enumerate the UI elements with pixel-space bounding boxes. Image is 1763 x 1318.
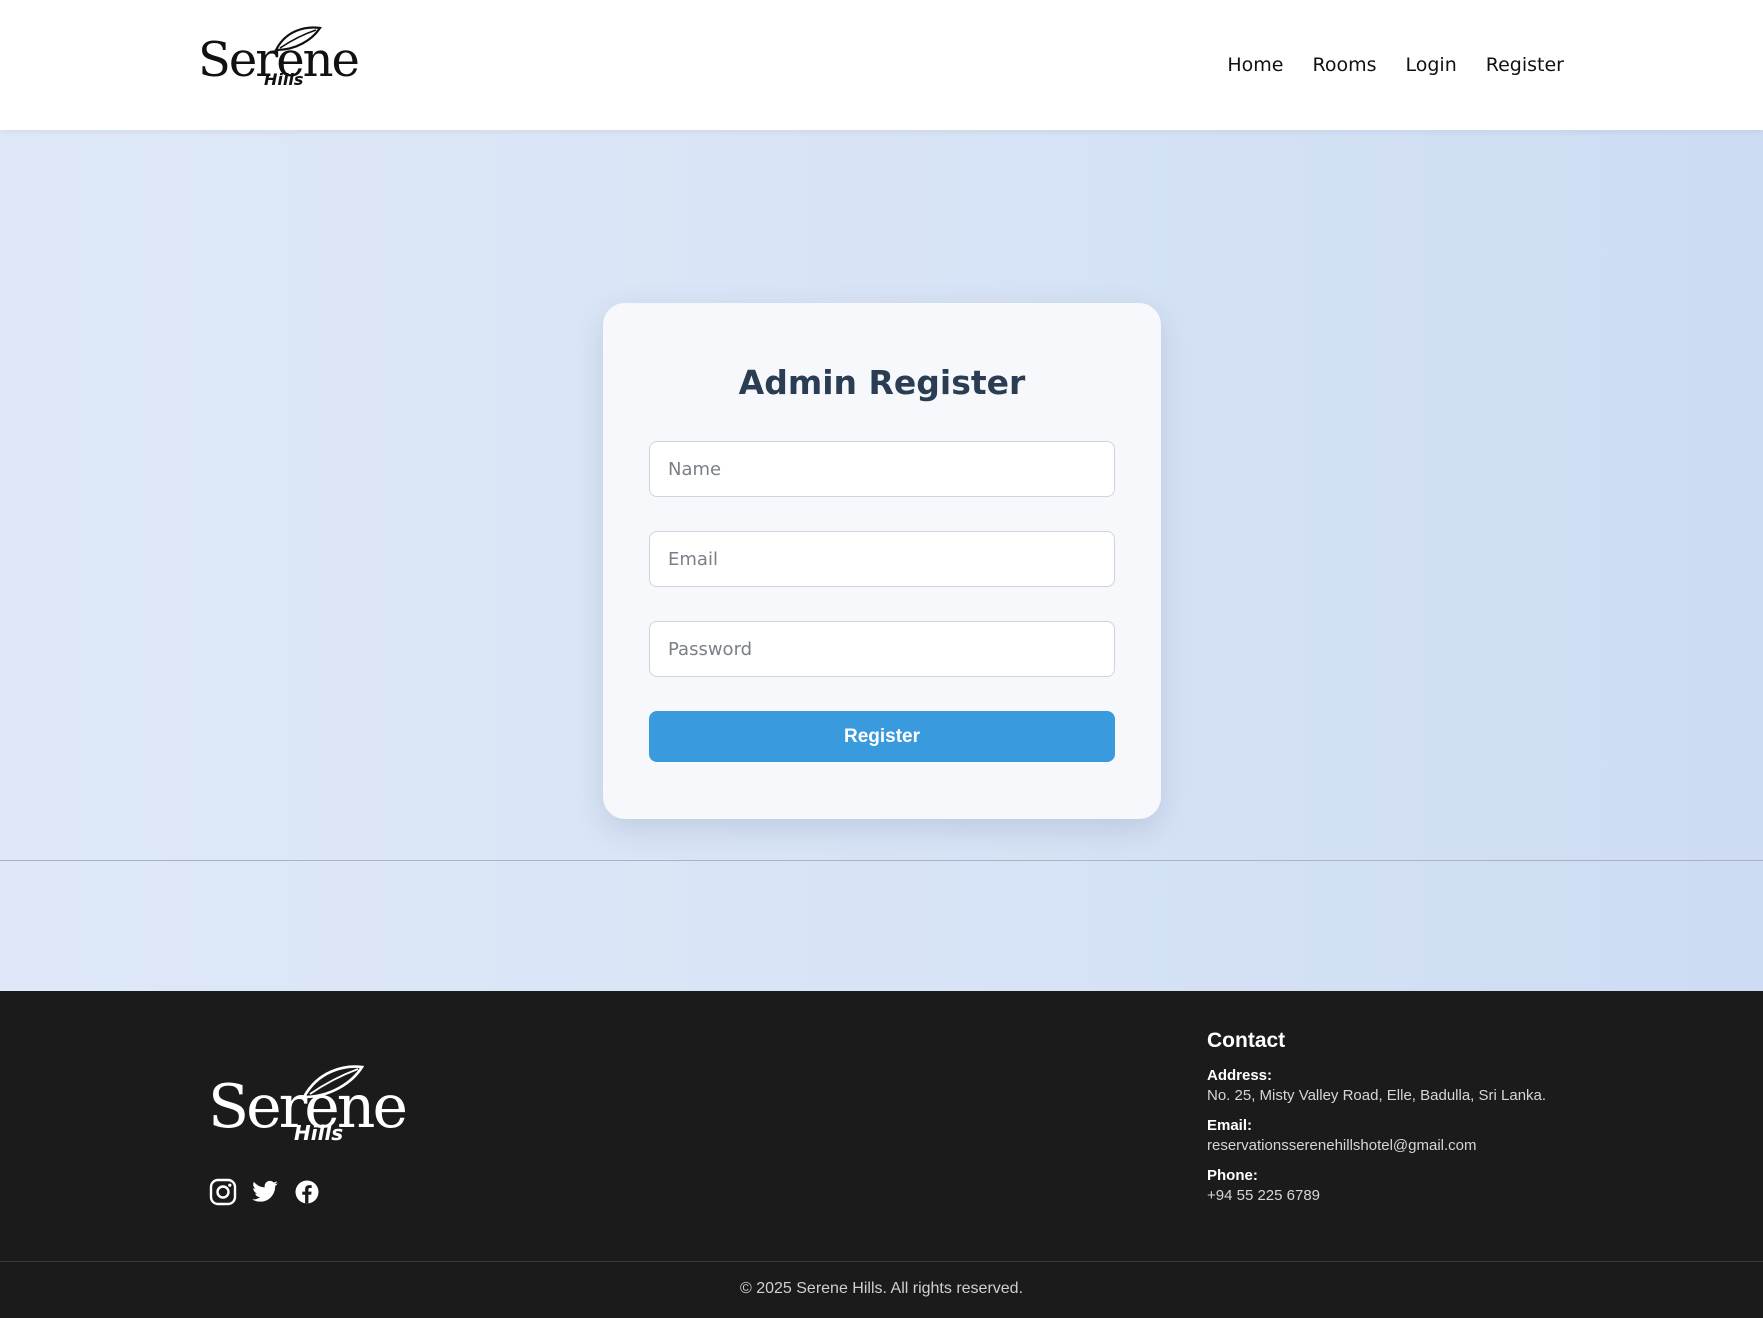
social-links — [209, 1178, 321, 1206]
address-label: Address: — [1207, 1067, 1273, 1084]
phone-value[interactable]: +94 55 225 6789 — [1207, 1187, 1546, 1204]
instagram-icon[interactable] — [209, 1178, 237, 1206]
facebook-icon[interactable] — [293, 1178, 321, 1206]
twitter-icon[interactable] — [251, 1178, 279, 1206]
footer-logo[interactable]: Serene Hills — [208, 1063, 408, 1148]
footer-logo-subtitle: Hills — [294, 1121, 344, 1145]
nav-rooms-link[interactable]: Rooms — [1312, 54, 1376, 76]
site-footer: Serene Hills Contact Address: No. 25, Mi… — [0, 991, 1763, 1318]
contact-heading: Contact — [1207, 1029, 1286, 1052]
copyright-text: © 2025 Serene Hills. All rights reserved… — [739, 1280, 1024, 1297]
register-card: Admin Register Register — [603, 303, 1161, 819]
page-title: Admin Register — [738, 363, 1026, 402]
main-nav: Home Rooms Login Register — [1227, 54, 1564, 76]
phone-label: Phone: — [1207, 1167, 1258, 1184]
email-value[interactable]: reservationsserenehillshotel@gmail.com — [1207, 1137, 1546, 1154]
nav-home-link[interactable]: Home — [1227, 54, 1283, 76]
footer-bottom-bar: © 2025 Serene Hills. All rights reserved… — [0, 1261, 1763, 1318]
site-header: Serene Hills Home Rooms Login Register — [0, 0, 1763, 130]
section-divider — [0, 860, 1763, 861]
nav-register-link[interactable]: Register — [1486, 54, 1564, 76]
email-input[interactable] — [649, 531, 1115, 587]
brand-logo[interactable]: Serene Hills — [198, 24, 360, 94]
main-content: Admin Register Register — [0, 130, 1763, 991]
logo-subtitle: Hills — [264, 70, 304, 89]
email-label: Email: — [1207, 1117, 1253, 1134]
contact-section: Contact Address: No. 25, Misty Valley Ro… — [1207, 1029, 1546, 1217]
nav-login-link[interactable]: Login — [1406, 54, 1457, 76]
address-value: No. 25, Misty Valley Road, Elle, Badulla… — [1207, 1087, 1547, 1104]
name-input[interactable] — [649, 441, 1115, 497]
register-button[interactable]: Register — [649, 711, 1115, 762]
password-input[interactable] — [649, 621, 1115, 677]
